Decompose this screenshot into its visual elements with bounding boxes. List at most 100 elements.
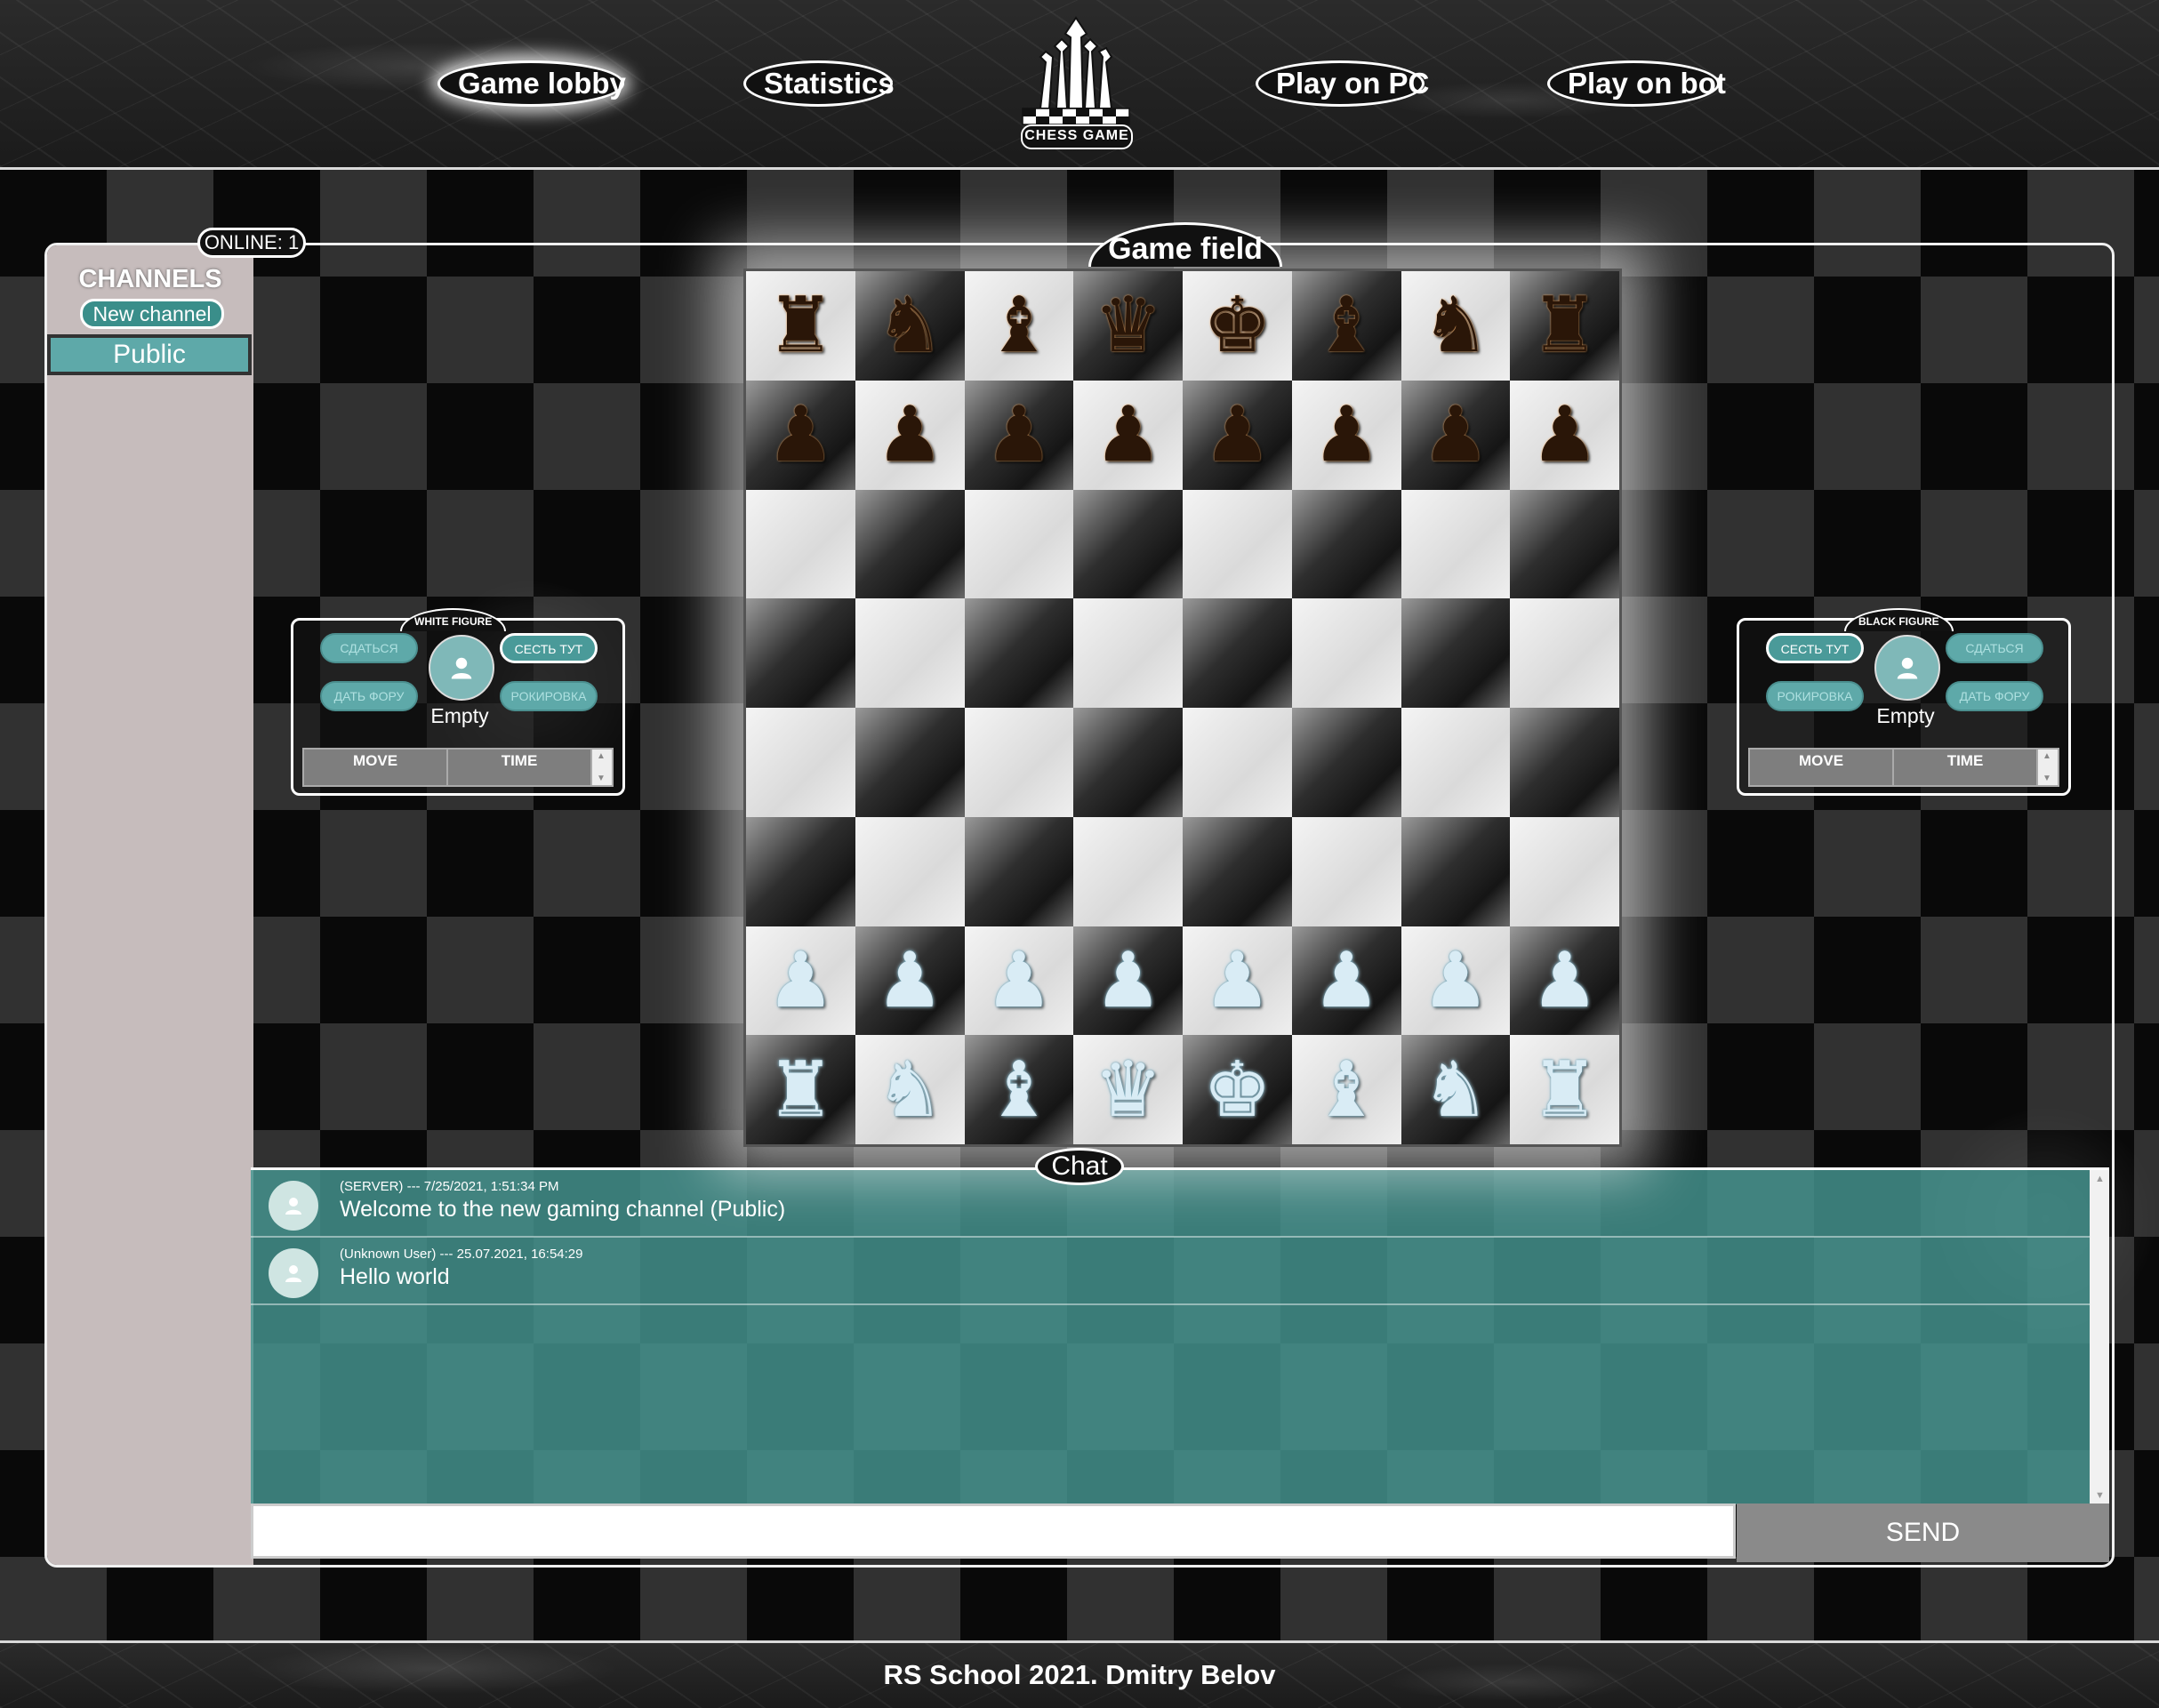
board-square[interactable]: ♟ xyxy=(1291,380,1401,490)
chat-messages[interactable]: (SERVER) --- 7/25/2021, 1:51:34 PM Welco… xyxy=(251,1167,2109,1504)
board-square[interactable]: ♟ xyxy=(746,926,855,1036)
white-knight-icon[interactable]: ♞ xyxy=(876,1052,944,1128)
board-square[interactable]: ♟ xyxy=(855,380,965,490)
black-pawn-icon[interactable]: ♟ xyxy=(766,397,835,473)
black-queen-icon[interactable]: ♛ xyxy=(1094,287,1162,364)
white-pawn-icon[interactable]: ♟ xyxy=(1094,942,1162,1019)
board-square[interactable] xyxy=(1401,816,1511,926)
chat-input[interactable] xyxy=(251,1504,1736,1559)
black-knight-icon[interactable]: ♞ xyxy=(876,287,944,364)
black-bishop-icon[interactable]: ♝ xyxy=(984,287,1053,364)
board-square[interactable]: ♜ xyxy=(1510,271,1619,381)
chess-board[interactable]: ♜ ♞ ♝ ♛ ♚ ♝ ♞ ♜ ♟ ♟ ♟ ♟ ♟ ♟ ♟ ♟ ♟ ♟ ♟ ♟ ♟ ♟ ♟ ♟ ♜ ♞ ♝ ♛ ♚ ♝ ♞ ♜ xyxy=(743,269,1622,1147)
board-square[interactable] xyxy=(1073,598,1183,708)
board-square[interactable] xyxy=(1510,708,1619,817)
board-square[interactable] xyxy=(1401,708,1511,817)
black-pawn-icon[interactable]: ♟ xyxy=(1530,397,1599,473)
board-square[interactable]: ♜ xyxy=(1510,1035,1619,1144)
board-square[interactable] xyxy=(855,708,965,817)
white-pawn-icon[interactable]: ♟ xyxy=(766,942,835,1019)
board-square[interactable]: ♟ xyxy=(1183,380,1292,490)
board-square[interactable] xyxy=(746,816,855,926)
board-square[interactable] xyxy=(1183,598,1292,708)
black-bishop-icon[interactable]: ♝ xyxy=(1312,287,1381,364)
white-pawn-icon[interactable]: ♟ xyxy=(1421,942,1489,1019)
board-square[interactable]: ♟ xyxy=(1401,380,1511,490)
board-square[interactable] xyxy=(855,489,965,599)
white-sit-here-button[interactable]: СЕСТЬ ТУТ xyxy=(500,633,598,663)
board-square[interactable] xyxy=(1401,489,1511,599)
channel-item-public[interactable]: Public xyxy=(47,334,252,375)
white-move-table[interactable]: MOVE TIME ▲ ▼ xyxy=(302,748,614,787)
send-button[interactable]: SEND xyxy=(1737,1504,2109,1562)
board-square[interactable]: ♟ xyxy=(964,926,1074,1036)
board-square[interactable] xyxy=(1510,489,1619,599)
board-square[interactable]: ♝ xyxy=(964,1035,1074,1144)
black-surrender-button[interactable]: СДАТЬСЯ xyxy=(1946,633,2043,663)
board-square[interactable] xyxy=(1183,816,1292,926)
scroll-up-icon[interactable]: ▲ xyxy=(2043,751,2051,761)
white-bishop-icon[interactable]: ♝ xyxy=(1312,1052,1381,1128)
board-square[interactable]: ♞ xyxy=(855,271,965,381)
board-square[interactable]: ♞ xyxy=(855,1035,965,1144)
black-move-table[interactable]: MOVE TIME ▲ ▼ xyxy=(1748,748,2059,787)
board-square[interactable] xyxy=(855,816,965,926)
black-move-scrollbar[interactable]: ▲ ▼ xyxy=(2038,750,2058,785)
chat-scrollbar[interactable]: ▲ ▼ xyxy=(2090,1170,2109,1504)
board-square[interactable] xyxy=(746,598,855,708)
board-square[interactable]: ♟ xyxy=(964,380,1074,490)
white-knight-icon[interactable]: ♞ xyxy=(1421,1052,1489,1128)
white-rook-icon[interactable]: ♜ xyxy=(766,1052,835,1128)
black-rook-icon[interactable]: ♜ xyxy=(1530,287,1599,364)
black-knight-icon[interactable]: ♞ xyxy=(1421,287,1489,364)
board-square[interactable]: ♚ xyxy=(1183,1035,1292,1144)
white-surrender-button[interactable]: СДАТЬСЯ xyxy=(320,633,418,663)
board-square[interactable] xyxy=(1183,708,1292,817)
black-pawn-icon[interactable]: ♟ xyxy=(1312,397,1381,473)
board-square[interactable] xyxy=(1401,598,1511,708)
board-square[interactable]: ♛ xyxy=(1073,271,1183,381)
board-square[interactable]: ♟ xyxy=(1401,926,1511,1036)
board-square[interactable] xyxy=(746,708,855,817)
board-square[interactable] xyxy=(746,489,855,599)
board-square[interactable] xyxy=(1073,489,1183,599)
white-pawn-icon[interactable]: ♟ xyxy=(876,942,944,1019)
board-square[interactable]: ♚ xyxy=(1183,271,1292,381)
board-square[interactable]: ♝ xyxy=(1291,271,1401,381)
black-pawn-icon[interactable]: ♟ xyxy=(1094,397,1162,473)
black-give-odds-button[interactable]: ДАТЬ ФОРУ xyxy=(1946,681,2043,711)
nav-play-on-bot[interactable]: Play on bot xyxy=(1547,60,1726,107)
white-give-odds-button[interactable]: ДАТЬ ФОРУ xyxy=(320,681,418,711)
board-square[interactable]: ♟ xyxy=(746,380,855,490)
nav-statistics[interactable]: Statistics xyxy=(743,60,895,107)
scroll-up-icon[interactable]: ▲ xyxy=(597,751,606,761)
board-square[interactable] xyxy=(1291,489,1401,599)
board-square[interactable]: ♟ xyxy=(1510,380,1619,490)
white-queen-icon[interactable]: ♛ xyxy=(1094,1052,1162,1128)
board-square[interactable]: ♞ xyxy=(1401,271,1511,381)
board-square[interactable] xyxy=(1291,598,1401,708)
new-channel-button[interactable]: New channel xyxy=(80,299,224,329)
board-square[interactable] xyxy=(1073,816,1183,926)
nav-game-lobby[interactable]: Game lobby xyxy=(437,60,626,107)
board-square[interactable] xyxy=(1510,598,1619,708)
board-square[interactable] xyxy=(964,816,1074,926)
board-square[interactable]: ♛ xyxy=(1073,1035,1183,1144)
board-square[interactable]: ♝ xyxy=(1291,1035,1401,1144)
white-pawn-icon[interactable]: ♟ xyxy=(1312,942,1381,1019)
scroll-down-icon[interactable]: ▼ xyxy=(2043,774,2051,783)
board-square[interactable]: ♟ xyxy=(1183,926,1292,1036)
board-square[interactable] xyxy=(1073,708,1183,817)
board-square[interactable]: ♟ xyxy=(855,926,965,1036)
black-rook-icon[interactable]: ♜ xyxy=(766,287,835,364)
board-square[interactable] xyxy=(964,598,1074,708)
black-king-icon[interactable]: ♚ xyxy=(1203,287,1272,364)
white-rook-icon[interactable]: ♜ xyxy=(1530,1052,1599,1128)
black-castling-button[interactable]: РОКИРОВКА xyxy=(1766,681,1864,711)
black-pawn-icon[interactable]: ♟ xyxy=(876,397,944,473)
board-square[interactable] xyxy=(855,598,965,708)
board-square[interactable] xyxy=(964,708,1074,817)
black-sit-here-button[interactable]: СЕСТЬ ТУТ xyxy=(1766,633,1864,663)
scroll-down-icon[interactable]: ▼ xyxy=(597,774,606,783)
board-square[interactable]: ♜ xyxy=(746,1035,855,1144)
